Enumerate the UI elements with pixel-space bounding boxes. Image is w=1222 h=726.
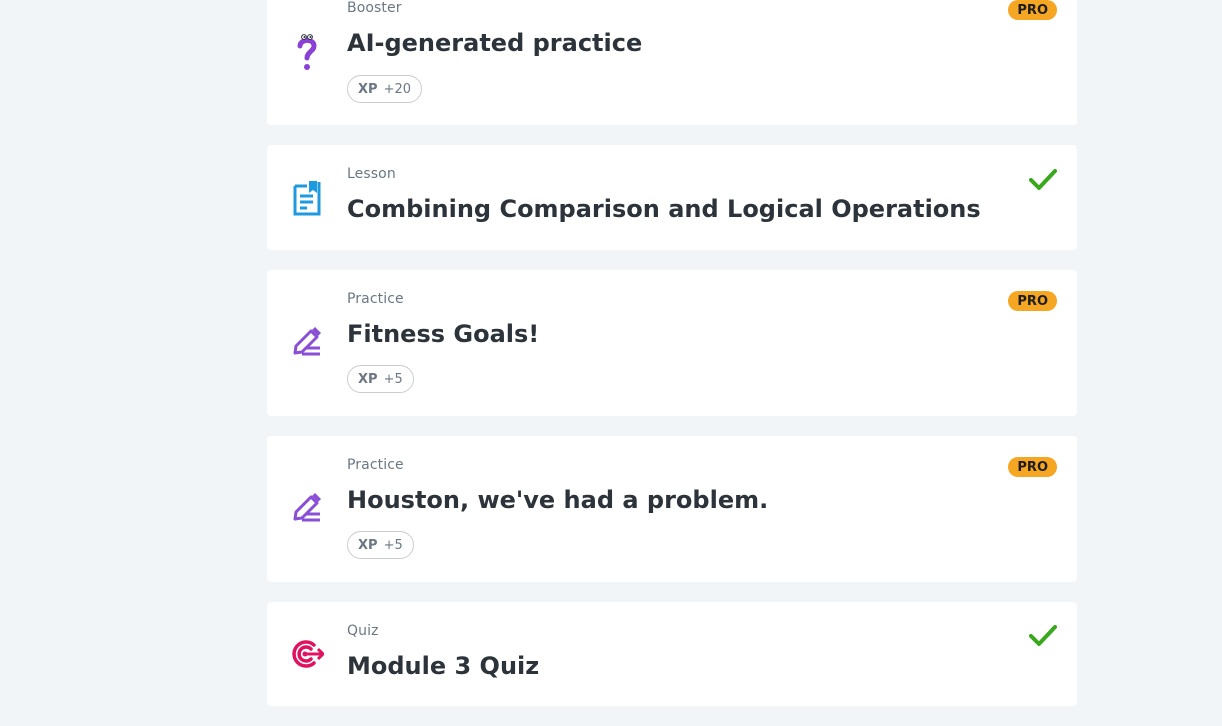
xp-label: XP (358, 81, 378, 97)
quiz-card[interactable]: Quiz Module 3 Quiz (267, 602, 1077, 706)
pro-badge: PRO (1008, 0, 1057, 20)
xp-reward-pill: XP +5 (347, 531, 414, 559)
checkmark-icon (1029, 169, 1057, 190)
xp-label: XP (358, 371, 378, 387)
practice-card[interactable]: Practice Fitness Goals! XP +5 PRO (267, 270, 1077, 416)
lesson-document-icon (287, 178, 327, 218)
xp-value: +20 (383, 81, 411, 97)
practice-card[interactable]: Practice Houston, we've had a problem. X… (267, 436, 1077, 582)
pro-badge: PRO (1008, 291, 1057, 311)
xp-value: +5 (383, 371, 403, 387)
pro-badge: PRO (1008, 457, 1057, 477)
target-icon (287, 634, 327, 674)
pencil-icon (287, 322, 327, 362)
booster-card[interactable]: Booster AI-generated practice XP +20 PRO (267, 0, 1077, 125)
item-title: Fitness Goals! (347, 320, 540, 348)
item-title: Module 3 Quiz (347, 652, 540, 680)
xp-value: +5 (383, 537, 403, 553)
question-mark-icon (287, 32, 327, 72)
pencil-icon (287, 488, 327, 528)
item-title: AI-generated practice (347, 29, 643, 57)
item-type-label: Practice (347, 291, 404, 307)
xp-reward-pill: XP +20 (347, 75, 422, 103)
module-item-list: Booster AI-generated practice XP +20 PRO… (267, 0, 1077, 726)
item-type-label: Lesson (347, 166, 396, 182)
item-type-label: Practice (347, 457, 404, 473)
item-type-label: Booster (347, 0, 402, 16)
item-title: Houston, we've had a problem. (347, 486, 769, 514)
lesson-card[interactable]: Lesson Combining Comparison and Logical … (267, 145, 1077, 250)
xp-reward-pill: XP +5 (347, 365, 414, 393)
checkmark-icon (1029, 625, 1057, 646)
xp-label: XP (358, 537, 378, 553)
item-type-label: Quiz (347, 623, 379, 639)
item-title: Combining Comparison and Logical Operati… (347, 195, 981, 223)
